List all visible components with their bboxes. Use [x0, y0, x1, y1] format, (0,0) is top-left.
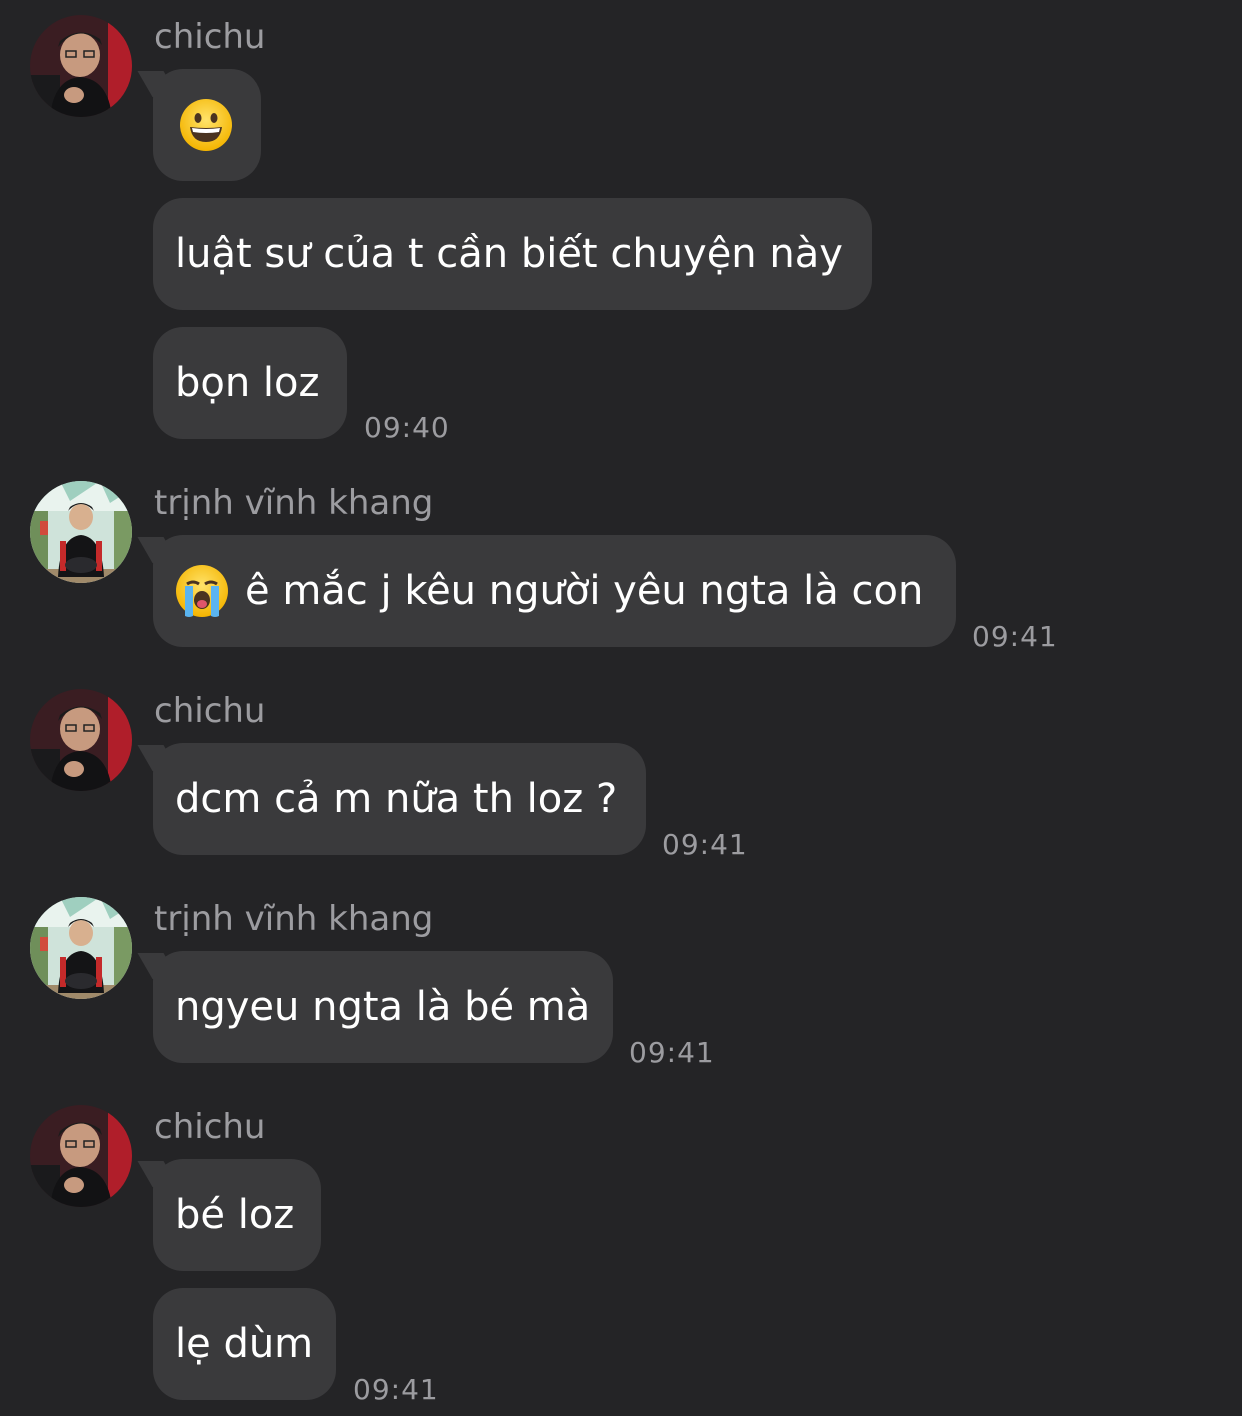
avatar-chichu[interactable]: [30, 15, 132, 117]
message-text: ê mắc j kêu người yêu ngta là con: [245, 568, 924, 614]
message-timestamp: 09:41: [972, 620, 1058, 653]
message-bubble[interactable]: luật sư của t cần biết chuyện này: [153, 198, 872, 310]
message-timestamp: 09:40: [364, 411, 450, 444]
avatar-image: [30, 689, 132, 791]
sender-name: trịnh vĩnh khang: [154, 483, 434, 523]
sender-name: chichu: [154, 1107, 266, 1147]
avatar-image: [30, 481, 132, 583]
avatar-image: [30, 15, 132, 117]
message-text: bọn loz: [175, 360, 320, 406]
message-bubble[interactable]: lẹ dùm: [153, 1288, 336, 1400]
message-bubble[interactable]: bọn loz: [153, 327, 347, 439]
loudly-crying-face-icon: [175, 564, 229, 618]
grinning-face-icon: [179, 98, 233, 152]
message-bubble[interactable]: dcm cả m nữa th loz ?: [153, 743, 646, 855]
message-text: bé loz: [175, 1192, 295, 1238]
avatar-image: [30, 897, 132, 999]
message-bubble[interactable]: [153, 69, 261, 181]
message-text: lẹ dùm: [175, 1321, 314, 1367]
sender-name: trịnh vĩnh khang: [154, 899, 434, 939]
sender-name: chichu: [154, 691, 266, 731]
avatar-chichu[interactable]: [30, 1105, 132, 1207]
message-timestamp: 09:41: [662, 828, 748, 861]
message-text: dcm cả m nữa th loz ?: [175, 776, 618, 822]
message-text: ngyeu ngta là bé mà: [175, 984, 591, 1030]
avatar-trinh-vinh-khang[interactable]: [30, 481, 132, 583]
avatar-chichu[interactable]: [30, 689, 132, 791]
chat-thread[interactable]: chichu luật sư của t cần biết chuyện này…: [0, 0, 1242, 1416]
message-timestamp: 09:41: [353, 1373, 439, 1406]
message-timestamp: 09:41: [629, 1036, 715, 1069]
avatar-trinh-vinh-khang[interactable]: [30, 897, 132, 999]
message-bubble[interactable]: ngyeu ngta là bé mà: [153, 951, 613, 1063]
sender-name: chichu: [154, 17, 266, 57]
message-text: luật sư của t cần biết chuyện này: [175, 231, 843, 277]
message-bubble[interactable]: bé loz: [153, 1159, 321, 1271]
message-bubble[interactable]: ê mắc j kêu người yêu ngta là con: [153, 535, 956, 647]
avatar-image: [30, 1105, 132, 1207]
